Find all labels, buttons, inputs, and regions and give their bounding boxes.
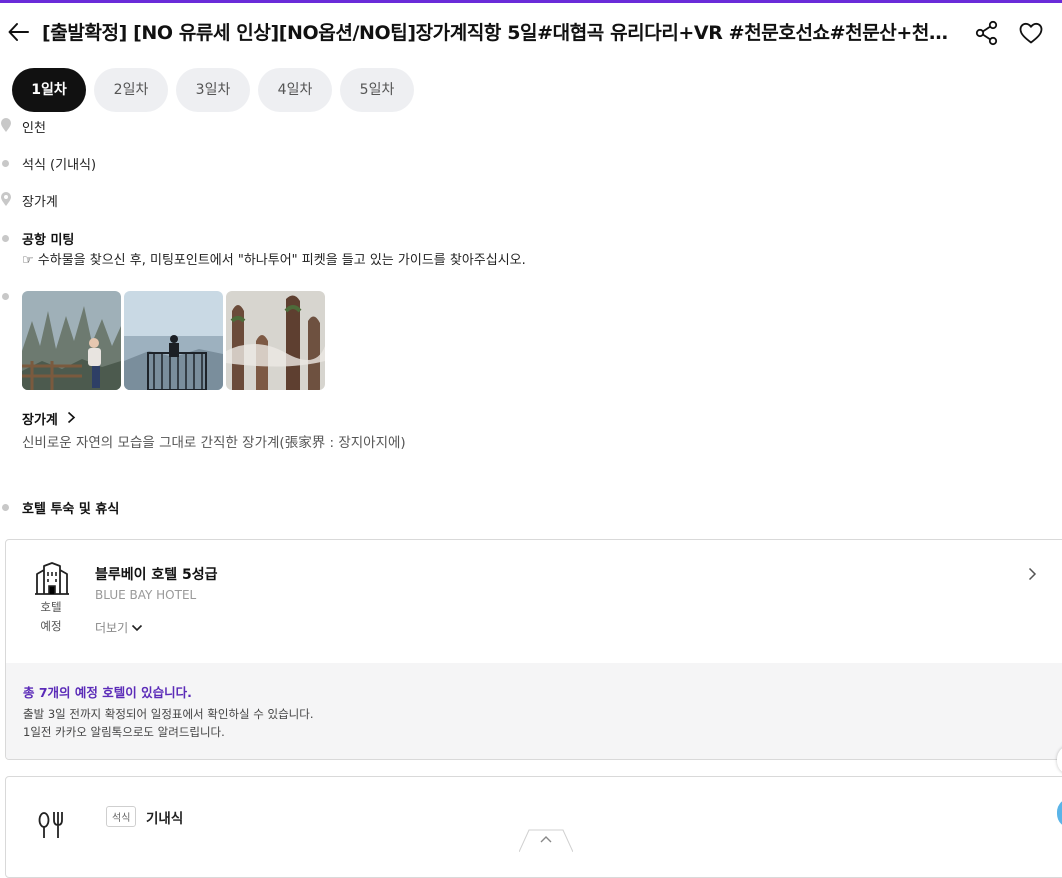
scroll-up-tab[interactable]: [518, 828, 574, 853]
meeting-description: ☞ 수하물을 찾으신 후, 미팅포인트에서 "하나투어" 피켓을 들고 있는 가…: [22, 253, 526, 268]
timeline-dot: [2, 293, 9, 300]
meal-type-chip: 석식: [106, 806, 137, 827]
hotel-card: 호텔 예정 블루베이 호텔 5성급 BLUE BAY HOTEL 더보기 총 7…: [5, 539, 1062, 760]
share-icon[interactable]: [973, 19, 1001, 47]
hotel-label: 호텔: [40, 600, 62, 614]
hotel-name-en: BLUE BAY HOTEL: [95, 588, 197, 602]
hotel-notice-line-2: 1일전 카카오 알림톡으로도 알려드립니다.: [23, 725, 225, 739]
meal-name: 기내식: [146, 811, 184, 827]
place-description: 신비로운 자연의 모습을 그대로 간직한 장가계(張家界 : 장지아지에): [22, 435, 406, 451]
location-pin-icon: [1, 118, 11, 132]
page-title: [출발확정] [NO 유류세 인상][NO옵션/NO팁]장가계직항 5일#대협곡…: [42, 22, 962, 44]
hotel-building-icon: [35, 562, 69, 595]
tab-day-4[interactable]: 4일차: [258, 68, 332, 112]
depart-city: 인천: [22, 121, 46, 136]
meal-card: 석식 기내식: [5, 776, 1062, 878]
more-label: 더보기: [95, 621, 129, 635]
heart-icon[interactable]: [1017, 19, 1045, 47]
scheduled-label: 예정: [40, 619, 62, 633]
hotel-name[interactable]: 블루베이 호텔 5성급: [95, 564, 218, 584]
zhangjiajie-photo-3[interactable]: [226, 291, 325, 390]
chevron-right-icon[interactable]: [1027, 567, 1037, 581]
tab-day-1[interactable]: 1일차: [12, 68, 86, 112]
hotel-notice-line-1: 출발 3일 전까지 확정되어 일정표에서 확인하실 수 있습니다.: [23, 707, 314, 721]
timeline-dot: [2, 160, 9, 167]
meeting-title: 공항 미팅: [22, 233, 75, 248]
page-header: [출발확정] [NO 유류세 인상][NO옵션/NO팁]장가계직항 5일#대협곡…: [0, 3, 1062, 61]
hotel-status-label: 호텔 예정: [26, 598, 76, 636]
meal-item: 석식 (기내식): [22, 158, 97, 173]
chevron-down-icon: [132, 624, 143, 631]
photo-gallery: [22, 291, 325, 390]
location-pin-icon: [1, 192, 11, 206]
hotel-step-title: 호텔 투숙 및 휴식: [22, 502, 120, 517]
itinerary-timeline: 인천 석식 (기내식) 장가계 공항 미팅 ☞ 수하물을 찾으신 후, 미팅포인…: [0, 112, 1062, 532]
tab-day-2[interactable]: 2일차: [94, 68, 168, 112]
timeline-dot: [2, 235, 9, 242]
arrive-city: 장가계: [22, 195, 58, 210]
back-arrow-icon[interactable]: [6, 19, 32, 45]
zhangjiajie-photo-1[interactable]: [22, 291, 121, 390]
hotel-notice-title: 총 7개의 예정 호텔이 있습니다.: [23, 685, 192, 700]
timeline-dot: [2, 504, 9, 511]
hotel-notice: 총 7개의 예정 호텔이 있습니다. 출발 3일 전까지 확정되어 일정표에서 …: [6, 663, 1062, 759]
fork-spoon-icon: [38, 812, 63, 838]
tab-day-3[interactable]: 3일차: [176, 68, 250, 112]
place-title[interactable]: 장가계: [22, 409, 58, 428]
day-tabs: 1일차 2일차 3일차 4일차 5일차: [12, 68, 414, 112]
zhangjiajie-photo-2[interactable]: [124, 291, 223, 390]
more-toggle[interactable]: 더보기: [95, 619, 143, 636]
chevron-right-icon[interactable]: [66, 411, 76, 424]
tab-day-5[interactable]: 5일차: [340, 68, 414, 112]
